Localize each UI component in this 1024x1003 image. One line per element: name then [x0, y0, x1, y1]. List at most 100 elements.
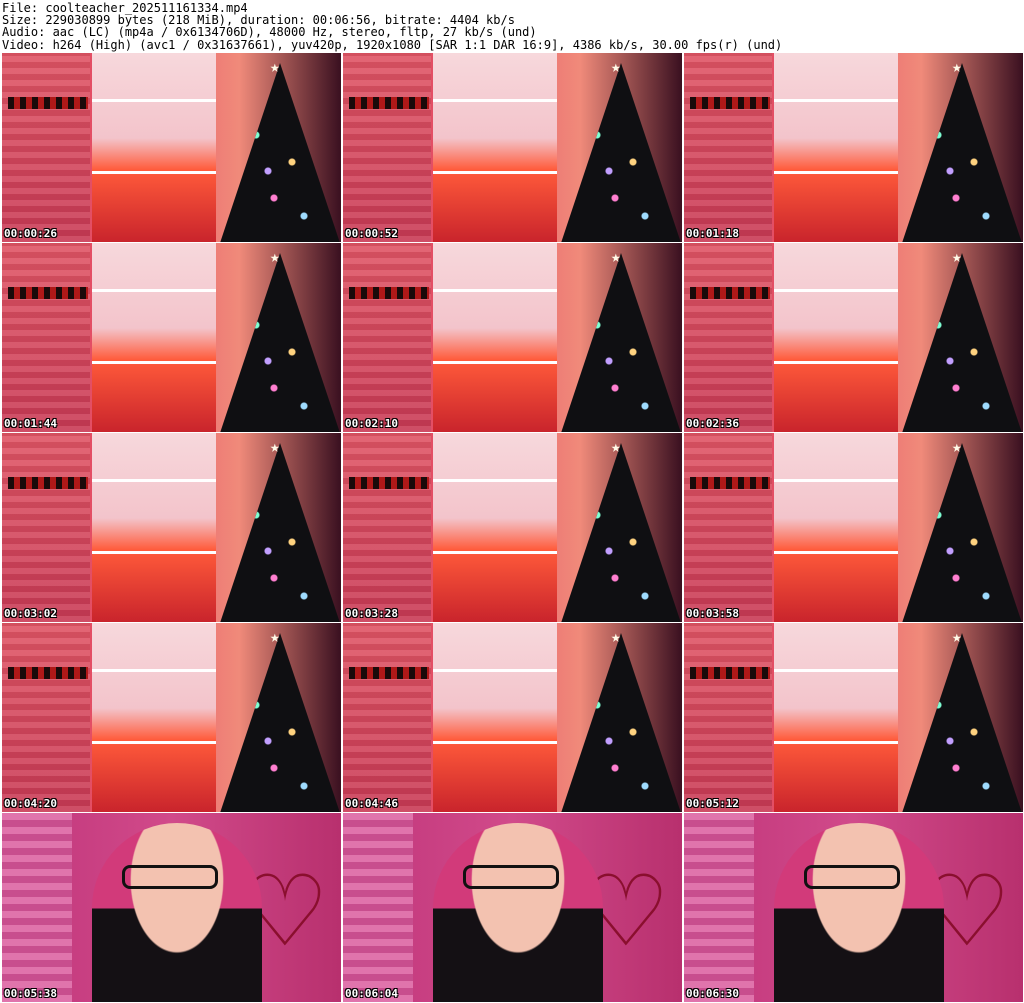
christmas-tree [220, 63, 340, 242]
thumbnail-timestamp: 00:01:18 [686, 227, 739, 240]
glasses-icon [804, 865, 900, 889]
star-icon: ★ [611, 627, 621, 646]
thumbnail-timestamp: 00:05:12 [686, 797, 739, 810]
star-icon: ★ [270, 627, 280, 646]
wall-rack [349, 287, 429, 299]
shelf-unit [433, 623, 557, 812]
christmas-tree [902, 63, 1022, 242]
wall-rack [8, 287, 88, 299]
christmas-tree [902, 253, 1022, 432]
wall-panel [343, 813, 413, 1002]
shelf-unit [433, 433, 557, 622]
star-icon: ★ [611, 57, 621, 76]
video-thumbnail[interactable]: ★ 00:04:46 [343, 623, 682, 812]
wall-rack [349, 477, 429, 489]
wall-panel [684, 53, 772, 242]
christmas-tree [561, 63, 681, 242]
wall-rack [690, 477, 770, 489]
wall-panel [2, 243, 90, 432]
video-thumbnail[interactable]: ♡ 00:06:30 [684, 813, 1023, 1002]
person [92, 823, 262, 1002]
video-thumbnail[interactable]: ★ 00:00:52 [343, 53, 682, 242]
thumbnail-timestamp: 00:02:36 [686, 417, 739, 430]
thumbnail-timestamp: 00:00:26 [4, 227, 57, 240]
thumbnail-grid: ★ 00:00:26 ★ 00:00:52 ★ 00:01:18 ★ 00:01:44 ★ 00:… [2, 53, 1023, 1002]
file-info-header: File: coolteacher_202511161334.mp4 Size: … [0, 0, 1024, 52]
shelf-unit [92, 433, 216, 622]
video-thumbnail[interactable]: ★ 00:01:44 [2, 243, 341, 432]
wall-panel [343, 243, 431, 432]
wall-rack [349, 97, 429, 109]
star-icon: ★ [952, 57, 962, 76]
thumbnail-timestamp: 00:02:10 [345, 417, 398, 430]
thumbnail-timestamp: 00:06:04 [345, 987, 398, 1000]
christmas-tree [561, 443, 681, 622]
star-icon: ★ [270, 437, 280, 456]
christmas-tree [561, 253, 681, 432]
star-icon: ★ [952, 437, 962, 456]
christmas-tree [902, 443, 1022, 622]
person [433, 823, 603, 1002]
thumbnail-timestamp: 00:00:52 [345, 227, 398, 240]
wall-rack [690, 97, 770, 109]
person [774, 823, 944, 1002]
wall-panel [2, 53, 90, 242]
thumbnail-timestamp: 00:03:02 [4, 607, 57, 620]
video-thumbnail[interactable]: ★ 00:02:10 [343, 243, 682, 432]
star-icon: ★ [270, 247, 280, 266]
shelf-unit [774, 53, 898, 242]
wall-rack [8, 477, 88, 489]
wall-rack [8, 97, 88, 109]
wall-rack [349, 667, 429, 679]
video-thumbnail[interactable]: ★ 00:03:02 [2, 433, 341, 622]
thumbnail-timestamp: 00:04:46 [345, 797, 398, 810]
shelf-unit [774, 433, 898, 622]
glasses-icon [122, 865, 218, 889]
shelf-unit [774, 243, 898, 432]
video-thumbnail[interactable]: ★ 00:04:20 [2, 623, 341, 812]
wall-panel [684, 243, 772, 432]
video-thumbnail[interactable]: ★ 00:01:18 [684, 53, 1023, 242]
shelf-unit [92, 243, 216, 432]
wall-panel [2, 813, 72, 1002]
video-thumbnail[interactable]: ★ 00:00:26 [2, 53, 341, 242]
video-thumbnail[interactable]: ★ 00:02:36 [684, 243, 1023, 432]
video-info-line: Video: h264 (High) (avc1 / 0x31637661), … [2, 37, 783, 52]
shelf-unit [774, 623, 898, 812]
shelf-unit [92, 53, 216, 242]
video-thumbnail[interactable]: ♡ 00:06:04 [343, 813, 682, 1002]
wall-panel [2, 623, 90, 812]
christmas-tree [220, 633, 340, 812]
christmas-tree [902, 633, 1022, 812]
star-icon: ★ [952, 247, 962, 266]
wall-panel [684, 813, 754, 1002]
video-thumbnail[interactable]: ★ 00:03:28 [343, 433, 682, 622]
thumbnail-timestamp: 00:01:44 [4, 417, 57, 430]
star-icon: ★ [611, 247, 621, 266]
wall-panel [343, 53, 431, 242]
thumbnail-timestamp: 00:06:30 [686, 987, 739, 1000]
star-icon: ★ [611, 437, 621, 456]
wall-rack [690, 667, 770, 679]
thumbnail-timestamp: 00:03:28 [345, 607, 398, 620]
audio-info-line: Audio: aac (LC) (mp4a / 0x6134706D), 480… [2, 25, 537, 40]
christmas-tree [561, 633, 681, 812]
thumbnail-timestamp: 00:05:38 [4, 987, 57, 1000]
star-icon: ★ [270, 57, 280, 76]
thumbnail-timestamp: 00:04:20 [4, 797, 57, 810]
wall-panel [2, 433, 90, 622]
wall-rack [690, 287, 770, 299]
christmas-tree [220, 443, 340, 622]
video-thumbnail[interactable]: ♡ 00:05:38 [2, 813, 341, 1002]
video-thumbnail[interactable]: ★ 00:03:58 [684, 433, 1023, 622]
wall-panel [343, 623, 431, 812]
star-icon: ★ [952, 627, 962, 646]
shelf-unit [92, 623, 216, 812]
wall-panel [684, 433, 772, 622]
shelf-unit [433, 243, 557, 432]
glasses-icon [463, 865, 559, 889]
wall-rack [8, 667, 88, 679]
thumbnail-timestamp: 00:03:58 [686, 607, 739, 620]
wall-panel [684, 623, 772, 812]
video-thumbnail[interactable]: ★ 00:05:12 [684, 623, 1023, 812]
